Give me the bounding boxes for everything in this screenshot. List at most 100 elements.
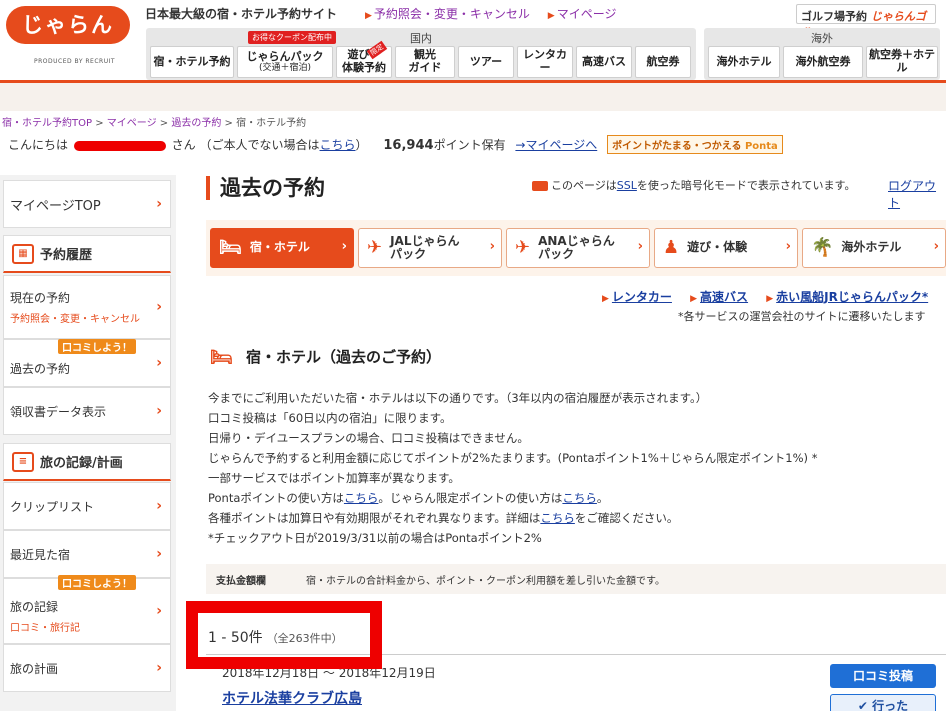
- greeting-san: さん: [171, 138, 196, 152]
- service-tab-jal-pack[interactable]: ✈ JALじゃらん パック ›: [358, 228, 502, 268]
- ponta-banner[interactable]: ポイントがたまる・つかえる Ponta: [607, 135, 783, 154]
- result-total: （全263件中）: [266, 632, 343, 645]
- sidebar-item-label: 現在の予約: [10, 291, 71, 305]
- triangle-icon: ▶: [365, 11, 372, 21]
- key-icon: [532, 181, 548, 191]
- section-label: 予約履歴: [40, 248, 93, 263]
- chevron-right-icon: ›: [156, 660, 162, 676]
- tab-hotel-reservation[interactable]: 宿・ホテル予約: [150, 46, 234, 78]
- points-detail-link[interactable]: こちら: [540, 511, 575, 525]
- jalan-use-link[interactable]: こちら: [562, 491, 597, 505]
- chevron-right-icon: ›: [156, 355, 162, 371]
- triangle-icon: ▶: [766, 294, 774, 304]
- chevron-right-icon: ›: [933, 239, 939, 254]
- sidebar-item-label: 旅の計画: [10, 661, 59, 676]
- sidebar-item-mypage-top[interactable]: マイページTOP ›: [3, 180, 171, 228]
- not-you-link[interactable]: こちら: [320, 138, 356, 152]
- mypage-arrow-link[interactable]: →マイページへ: [515, 138, 597, 152]
- went-button[interactable]: ✔ 行った: [830, 694, 936, 711]
- triangle-icon: ▶: [602, 294, 609, 304]
- note-line: 各種ポイントは加算日や有効期限がそれぞれ異なります。詳細はこちらをご確認ください…: [208, 508, 817, 528]
- tab-tour[interactable]: ツアー: [458, 46, 514, 78]
- tab-rental-car[interactable]: レンタカー: [517, 46, 573, 78]
- external-links: ▶ レンタカー ▶ 高速バス ▶ 赤い風船JRじゃらんパック*: [588, 288, 928, 305]
- breadcrumb-item[interactable]: 宿・ホテル予約TOP: [2, 118, 92, 129]
- tab-jalan-pack[interactable]: じゃらんパック (交通＋宿泊): [237, 46, 333, 78]
- ssl-link[interactable]: SSL: [617, 179, 637, 192]
- label-line-1: JALじゃらん: [390, 233, 460, 248]
- sidebar-section-reservation-history: ▦ 予約履歴: [3, 235, 171, 273]
- sidebar-item-current-reservation[interactable]: 現在の予約 予約照会・変更・キャンセル ›: [3, 275, 171, 339]
- ssl-note-post: を使った暗号化モードで表示されています。: [636, 179, 856, 192]
- mypage-link[interactable]: マイページ: [557, 7, 617, 21]
- sidebar-item-recently-viewed[interactable]: 最近見た宿 ›: [3, 530, 171, 578]
- note-line: じゃらんで予約すると利用金額に応じてポイントが2%たまります。(Pontaポイン…: [208, 451, 818, 465]
- overseas-nav: 海外 海外ホテル 海外航空券 航空券＋ホテル: [704, 28, 940, 80]
- breadcrumb-item[interactable]: マイページ: [107, 118, 157, 129]
- sidebar-item-travel-plan[interactable]: 旅の計画 ›: [3, 644, 171, 692]
- golf-reservation-button[interactable]: ゴルフ場予約じゃらんゴルフ: [796, 4, 936, 39]
- tab-label: じゃらんパック: [246, 49, 324, 63]
- breadcrumb-sep: >: [92, 118, 107, 129]
- post-review-button[interactable]: 口コミ投稿: [830, 664, 936, 688]
- note-line: 一部サービスではポイント加算率が異なります。: [208, 471, 460, 485]
- coupon-badge: お得なクーポン配布中: [248, 31, 336, 44]
- ponta-use-link[interactable]: こちら: [344, 491, 379, 505]
- points-balance: 16,944: [383, 138, 434, 153]
- site-header: じゃらん PRODUCED BY RECRUIT 日本最大級の宿・ホテル予約サイ…: [0, 0, 946, 84]
- stay-dates: 2018年12月18日 ～ 2018年12月19日: [222, 666, 436, 680]
- tab-label-2: 体験予約: [342, 61, 386, 74]
- review-badge: 口コミしよう！: [58, 575, 136, 590]
- logout-link[interactable]: ログアウト: [888, 177, 946, 211]
- notepad-icon: ≡: [12, 451, 34, 472]
- tab-overseas-hotel[interactable]: 海外ホテル: [708, 46, 780, 78]
- breadcrumb-sep: >: [156, 118, 172, 129]
- greeting-bar: こんにちは さん （ご本人でない場合はこちら） 16,944ポイント保有 →マイ…: [8, 135, 783, 154]
- note-line: *チェックアウト日が2019/3/31以前の場合はPontaポイント2%: [208, 531, 542, 545]
- reservation-inquiry-link[interactable]: 予約照会・変更・キャンセル: [374, 7, 530, 21]
- hotel-name-link[interactable]: ホテル法華クラブ広島: [222, 688, 362, 708]
- sidebar-item-label: 領収書データ表示: [10, 404, 107, 419]
- jalan-logo[interactable]: じゃらん: [6, 6, 130, 44]
- ssl-note: このページはSSLを使った暗号化モードで表示されています。: [532, 177, 855, 193]
- breadcrumb-item[interactable]: 過去の予約: [171, 118, 221, 129]
- review-badge: 口コミしよう！: [58, 339, 136, 354]
- service-tab-label: 遊び・体験: [687, 240, 748, 255]
- jr-pack-link[interactable]: 赤い風船JRじゃらんパック*: [776, 290, 928, 304]
- top-links: ▶ 予約照会・変更・キャンセル ▶ マイページ: [365, 5, 630, 22]
- note-line: 口コミ投稿は「60日以内の宿泊」に限ります。: [208, 411, 452, 425]
- chevron-right-icon: ›: [489, 239, 495, 254]
- tab-overseas-flight[interactable]: 海外航空券: [783, 46, 863, 78]
- not-you-close: ）: [355, 138, 368, 152]
- service-tab-label: JALじゃらん パック: [390, 233, 460, 261]
- highway-bus-link[interactable]: 高速バス: [700, 290, 748, 304]
- tab-label: 宿・ホテル予約: [153, 54, 231, 68]
- ponta-logo: Ponta: [744, 141, 778, 152]
- palm-icon: 🌴: [811, 237, 834, 259]
- tab-flight-hotel[interactable]: 航空券＋ホテル: [866, 46, 938, 78]
- points-detail-pre: 各種ポイントは加算日や有効期限がそれぞれ異なります。詳細は: [208, 511, 541, 525]
- rental-car-link[interactable]: レンタカー: [612, 290, 672, 304]
- sidebar-item-sublabel: 口コミ・旅行記: [10, 623, 80, 634]
- chevron-right-icon: ›: [156, 299, 162, 315]
- service-tab-ana-pack[interactable]: ✈ ANAじゃらん パック ›: [506, 228, 650, 268]
- result-range: 1 - 50件: [208, 630, 263, 646]
- service-tab-overseas-hotel[interactable]: 🌴 海外ホテル ›: [802, 228, 946, 268]
- sub-band: [0, 83, 946, 111]
- triangle-icon: ▶: [690, 294, 698, 304]
- chevron-right-icon: ›: [637, 239, 643, 254]
- domestic-label: 国内: [410, 32, 432, 45]
- sidebar-item-receipt[interactable]: 領収書データ表示 ›: [3, 387, 171, 435]
- service-tab-label: ANAじゃらん パック: [538, 234, 615, 261]
- tab-sightseeing-guide[interactable]: 観光 ガイド: [395, 46, 455, 78]
- service-tab-hotel[interactable]: 🛏 宿・ホテル ›: [210, 228, 354, 268]
- chevron-right-icon: ›: [785, 239, 791, 254]
- sidebar-item-clip-list[interactable]: クリップリスト ›: [3, 482, 171, 530]
- result-count: 1 - 50件 （全263件中）: [198, 622, 946, 656]
- service-tab-activities[interactable]: ♟ 遊び・体験 ›: [654, 228, 798, 268]
- page-title: 過去の予約: [206, 176, 325, 200]
- chevron-right-icon: ›: [156, 196, 162, 212]
- tab-highway-bus[interactable]: 高速バス: [576, 46, 632, 78]
- tab-airline-ticket[interactable]: 航空券: [635, 46, 691, 78]
- tab-label: 高速バス: [582, 54, 626, 68]
